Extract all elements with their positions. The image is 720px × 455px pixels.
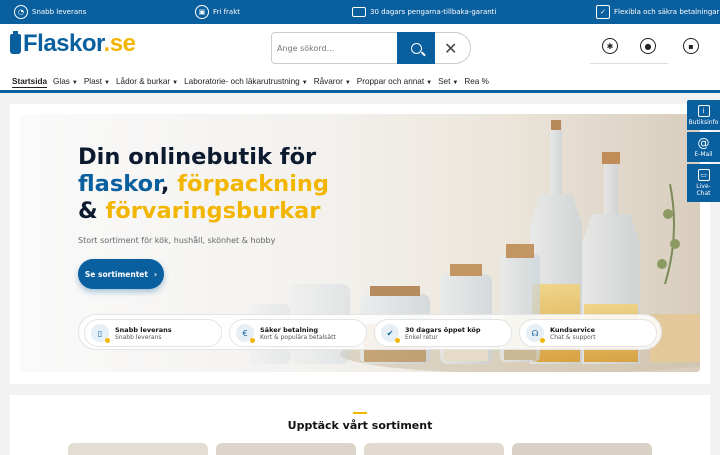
chevron-down-icon: ▼	[104, 79, 110, 86]
nav-label: Glas	[53, 76, 70, 86]
main-nav: Startsida Glas ▼ Plast ▼ Lådor & burkar ▼ L…	[0, 72, 720, 93]
nav-item-proppar[interactable]: Proppar och annat ▼	[357, 77, 432, 86]
sidebar-label: Live- Chat	[696, 183, 711, 197]
sidebar-label: Butiksinfo	[688, 118, 719, 126]
usp-title: Säker betalning	[260, 325, 319, 334]
nav-item-rea[interactable]: Rea %	[464, 77, 489, 86]
checklist-icon: ✓	[596, 5, 610, 19]
hero-subtitle: Stort sortiment för kök, hushåll, skönhe…	[78, 236, 276, 245]
site-logo[interactable]: Flaskor.se	[10, 30, 136, 57]
hero-title-blue: flaskor	[78, 171, 161, 197]
user-icon[interactable]: ●	[640, 38, 656, 54]
usp-title: Kundservice	[550, 325, 596, 334]
search-box: ✕	[271, 32, 471, 64]
topbar-label: 30 dagars pengarna-tillbaka-garanti	[370, 8, 497, 16]
nav-label: Plast	[83, 76, 103, 86]
nav-label: Lådor & burkar	[116, 76, 171, 86]
hero-banner: Din onlinebutik för flaskor, förpackning…	[20, 114, 700, 372]
chevron-down-icon: ▼	[172, 79, 179, 86]
usp-sub: Chat & support	[550, 333, 596, 341]
topbar-label: Snabb leverans	[32, 8, 87, 16]
usp-item: ☊ Kundservice Chat & support	[519, 319, 657, 347]
nav-item-ravaror[interactable]: Råvaror ▼	[314, 77, 351, 86]
usp-title: Snabb leverans	[115, 325, 172, 334]
headset-icon: ☊	[526, 324, 545, 343]
category-card[interactable]	[216, 443, 356, 455]
chevron-down-icon: ▼	[301, 79, 308, 86]
topbar-item-fast-delivery: ◔ Snabb leverans	[14, 0, 86, 24]
topbar-item-free-shipping: ▣ Fri frakt	[195, 0, 240, 24]
nav-label: Råvaror	[313, 76, 343, 86]
category-card[interactable]	[68, 443, 208, 455]
info-icon: i	[697, 104, 710, 117]
chevron-down-icon: ▼	[71, 79, 78, 86]
see-assortment-button[interactable]: Se sortimentet ›	[78, 259, 164, 289]
nav-label: Proppar och annat	[356, 76, 425, 86]
hero-title-line2: flaskor, förpackning	[78, 171, 329, 198]
search-input[interactable]	[277, 43, 397, 53]
assortment-section: Upptäck vårt sortiment	[10, 395, 710, 455]
speedometer-icon: ◔	[14, 5, 28, 19]
usp-item: ▯ Snabb leverans Snabb leverans	[84, 319, 222, 347]
usp-title: 30 dagars öppet köp	[405, 325, 481, 334]
sidebar-live-chat[interactable]: ▭ Live- Chat	[687, 164, 720, 202]
usp-item: ✔ 30 dagars öppet köp Enkel retur	[374, 319, 512, 347]
category-card[interactable]	[512, 443, 652, 455]
category-card[interactable]	[364, 443, 504, 455]
usp-sub: Enkel retur	[405, 333, 438, 341]
sidebar-label: E-Mail	[694, 150, 713, 158]
topbar-label: Fri frakt	[213, 8, 240, 16]
usp-item: € Säker betalning Kort & populära betalsä…	[229, 319, 367, 347]
usp-bar: ▯ Snabb leverans Snabb leverans € Säker b…	[78, 314, 662, 350]
header-divider	[590, 63, 668, 64]
chevron-down-icon: ▼	[426, 79, 433, 86]
nav-label: Set	[438, 76, 451, 86]
hero-title-amp: &	[78, 198, 106, 224]
chevron-down-icon: ▼	[452, 79, 459, 86]
phone-icon: ▯	[91, 324, 110, 343]
usp-sub: Snabb leverans	[115, 333, 162, 341]
chat-icon: ▭	[697, 169, 710, 181]
sidebar-email[interactable]: @ E-Mail	[687, 132, 720, 162]
cta-label: Se sortimentet	[84, 269, 148, 279]
search-button[interactable]	[397, 32, 435, 64]
chevron-down-icon: ▼	[344, 79, 351, 86]
check-icon: ✔	[381, 324, 400, 343]
topbar-label: Flexibla och säkra betalningar	[614, 8, 720, 16]
nav-item-laboratorie[interactable]: Laboratorie- och läkarutrustning ▼	[184, 77, 308, 86]
topbar-item-payments: ✓ Flexibla och säkra betalningar	[596, 0, 719, 24]
hero-title-yellow-2: förvaringsburkar	[105, 198, 321, 224]
accessibility-icon[interactable]: ✱	[602, 38, 618, 54]
chevron-right-icon: ›	[153, 269, 158, 279]
nav-label: Laboratorie- och läkarutrustning	[184, 76, 300, 86]
credit-card-icon	[352, 7, 366, 17]
hero-title-line3: & förvaringsburkar	[78, 198, 329, 225]
package-icon: ▣	[195, 5, 209, 19]
close-icon[interactable]: ✕	[444, 39, 457, 58]
bottle-logo-icon	[10, 31, 21, 54]
nav-item-startsida[interactable]: Startsida	[12, 77, 47, 86]
search-icon	[410, 42, 422, 54]
topbar-item-money-back: 30 dagars pengarna-tillbaka-garanti	[352, 0, 496, 24]
nav-item-plast[interactable]: Plast ▼	[84, 77, 110, 86]
logo-tld: .se	[103, 30, 136, 57]
hero-section: Din onlinebutik för flaskor, förpackning…	[10, 104, 710, 384]
nav-item-set[interactable]: Set ▼	[438, 77, 458, 86]
hero-title-yellow: förpackning	[177, 171, 330, 197]
sidebar-store-info[interactable]: i Butiksinfo	[687, 100, 720, 130]
lock-icon[interactable]: ▪	[683, 38, 699, 54]
hero-title: Din onlinebutik för flaskor, förpackning…	[78, 144, 329, 225]
hero-title-sep: ,	[160, 171, 178, 197]
logo-text: Flaskor	[23, 30, 104, 57]
usp-sub: Kort & populära betalsätt	[260, 333, 336, 341]
nav-item-ladorburkar[interactable]: Lådor & burkar ▼	[116, 77, 178, 86]
nav-item-glas[interactable]: Glas ▼	[53, 77, 78, 86]
top-usp-bar: ◔ Snabb leverans ▣ Fri frakt 30 dagars p…	[0, 0, 720, 24]
at-icon: @	[697, 135, 710, 150]
section-accent	[353, 412, 367, 414]
section-title: Upptäck vårt sortiment	[287, 419, 433, 432]
site-header: Flaskor.se ✕ ✱ ● ▪	[0, 24, 720, 72]
hero-title-line1: Din onlinebutik för	[78, 144, 317, 170]
euro-icon: €	[236, 324, 255, 343]
